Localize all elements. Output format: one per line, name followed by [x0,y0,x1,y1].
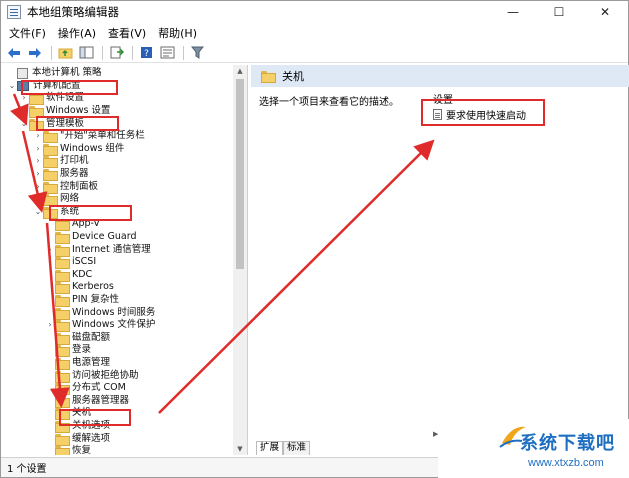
watermark-brand: 系统下载吧 [520,433,615,454]
site-watermark: 系统下载吧 www.xtxzb.com [438,419,629,478]
annotation-arrows [10,93,435,414]
watermark-url: www.xtxzb.com [528,457,604,469]
group-policy-editor-window: 本地组策略编辑器 — ☐ ✕ 文件(F) 操作(A) 查看(V) 帮助(H) ?… [0,0,629,478]
